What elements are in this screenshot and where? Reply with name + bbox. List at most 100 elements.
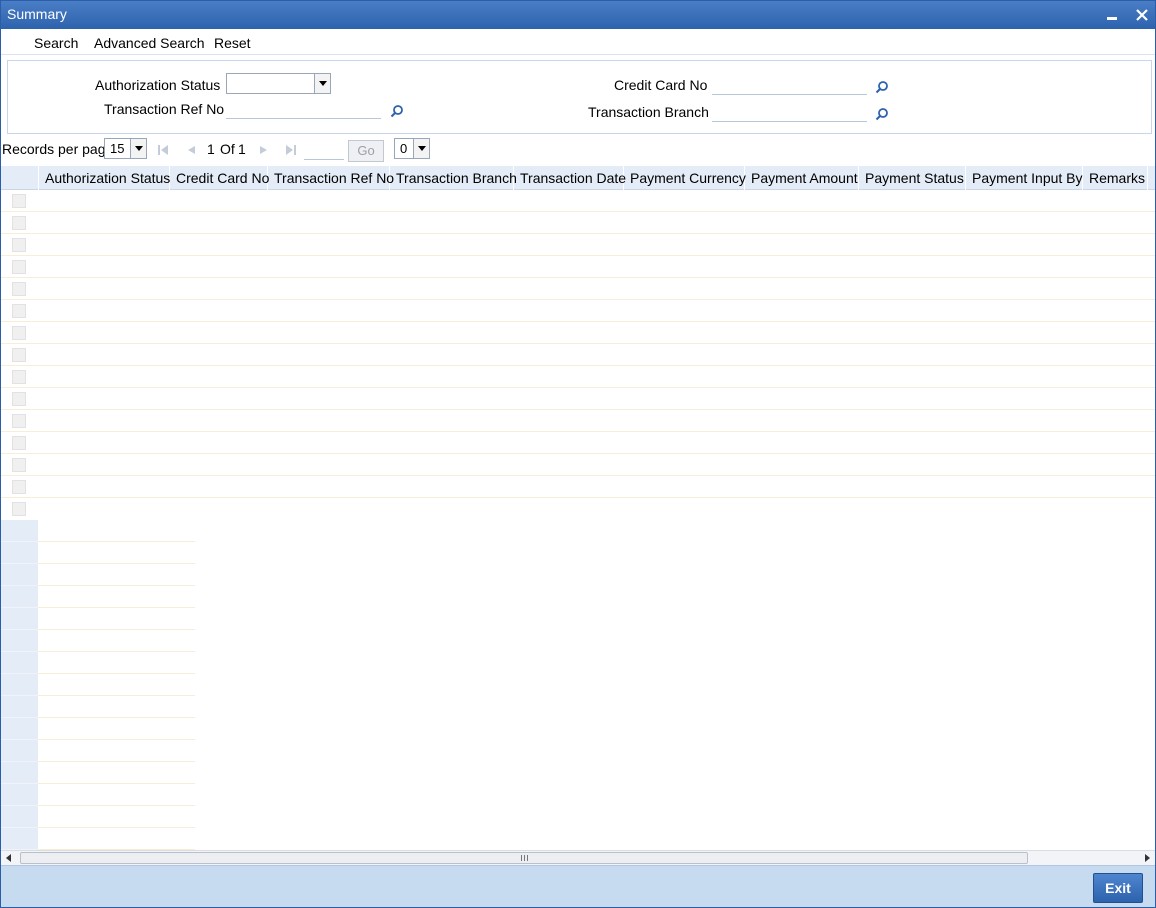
close-button[interactable] bbox=[1131, 4, 1153, 26]
close-icon bbox=[1136, 9, 1148, 21]
records-per-page-value: 15 bbox=[110, 141, 125, 156]
row-checkbox[interactable] bbox=[12, 260, 26, 274]
row-checkbox[interactable] bbox=[12, 348, 26, 362]
previous-page-icon[interactable] bbox=[185, 144, 197, 156]
empty-row bbox=[1, 674, 195, 696]
header-remarks[interactable]: Remarks bbox=[1083, 166, 1148, 190]
table-row[interactable] bbox=[1, 388, 1155, 410]
row-checkbox[interactable] bbox=[12, 326, 26, 340]
records-per-page-select[interactable]: 15 bbox=[104, 138, 147, 159]
go-button[interactable]: Go bbox=[348, 140, 384, 162]
transaction-ref-no-input[interactable] bbox=[226, 99, 381, 119]
next-page-icon[interactable] bbox=[258, 144, 270, 156]
empty-row bbox=[1, 828, 195, 850]
scroll-left-icon[interactable] bbox=[6, 854, 12, 862]
header-payment-amount[interactable]: Payment Amount bbox=[745, 166, 859, 190]
scroll-right-icon[interactable] bbox=[1145, 854, 1151, 862]
lookup-icon[interactable] bbox=[390, 104, 404, 118]
window-title: Summary bbox=[7, 6, 67, 22]
row-checkbox[interactable] bbox=[12, 458, 26, 472]
table-row[interactable] bbox=[1, 476, 1155, 498]
extra-select[interactable]: 0 bbox=[394, 138, 430, 159]
table-row[interactable] bbox=[1, 498, 1155, 520]
table-row[interactable] bbox=[1, 212, 1155, 234]
empty-row bbox=[1, 696, 195, 718]
empty-row bbox=[1, 652, 195, 674]
row-checkbox[interactable] bbox=[12, 194, 26, 208]
header-more bbox=[1148, 166, 1155, 190]
summary-window: Summary Search Advanced Search Reset Aut… bbox=[0, 0, 1156, 908]
header-payment-status[interactable]: Payment Status bbox=[859, 166, 966, 190]
dropdown-arrow-icon bbox=[130, 139, 146, 158]
header-authorization-status[interactable]: Authorization Status bbox=[39, 166, 170, 190]
select-all-header[interactable] bbox=[1, 166, 39, 190]
lookup-icon[interactable] bbox=[875, 80, 889, 94]
credit-card-no-input[interactable] bbox=[712, 75, 867, 95]
header-payment-input-by[interactable]: Payment Input By bbox=[966, 166, 1083, 190]
toolbar: Search Advanced Search Reset bbox=[1, 29, 1155, 55]
row-checkbox[interactable] bbox=[12, 502, 26, 516]
table-row[interactable] bbox=[1, 366, 1155, 388]
search-button[interactable]: Search bbox=[34, 35, 78, 51]
table-row[interactable] bbox=[1, 256, 1155, 278]
footer-bar: Exit bbox=[1, 865, 1155, 907]
dropdown-arrow-icon bbox=[413, 139, 429, 158]
transaction-ref-no-label: Transaction Ref No bbox=[104, 101, 225, 117]
search-criteria-panel: Authorization Status Transaction Ref No … bbox=[7, 60, 1152, 134]
empty-row bbox=[1, 520, 195, 542]
header-credit-card-no[interactable]: Credit Card No bbox=[170, 166, 269, 190]
table-row[interactable] bbox=[1, 190, 1155, 212]
first-page-icon[interactable] bbox=[157, 144, 169, 156]
row-checkbox[interactable] bbox=[12, 304, 26, 318]
row-checkbox[interactable] bbox=[12, 238, 26, 252]
row-checkbox[interactable] bbox=[12, 436, 26, 450]
scrollbar-thumb[interactable] bbox=[20, 852, 1028, 864]
minimize-icon bbox=[1107, 17, 1117, 20]
authorization-status-select[interactable] bbox=[226, 73, 331, 94]
table-row[interactable] bbox=[1, 278, 1155, 300]
empty-row bbox=[1, 564, 195, 586]
header-transaction-date[interactable]: Transaction Date bbox=[514, 166, 626, 190]
empty-row bbox=[1, 608, 195, 630]
go-to-page-input[interactable] bbox=[304, 140, 344, 160]
header-payment-currency[interactable]: Payment Currency bbox=[624, 166, 746, 190]
empty-row bbox=[1, 542, 195, 564]
table-row[interactable] bbox=[1, 322, 1155, 344]
pagination-bar: Records per page 15 1 Of 1 Go 0 bbox=[1, 136, 1155, 164]
records-per-page-label: Records per page bbox=[2, 141, 114, 157]
table-row[interactable] bbox=[1, 234, 1155, 256]
exit-button[interactable]: Exit bbox=[1093, 873, 1143, 903]
advanced-search-button[interactable]: Advanced Search bbox=[94, 35, 205, 51]
row-checkbox[interactable] bbox=[12, 414, 26, 428]
dropdown-arrow-icon bbox=[314, 74, 330, 93]
row-checkbox[interactable] bbox=[12, 480, 26, 494]
row-checkbox[interactable] bbox=[12, 370, 26, 384]
transaction-branch-input[interactable] bbox=[712, 102, 867, 122]
header-transaction-branch[interactable]: Transaction Branch bbox=[390, 166, 517, 190]
row-checkbox[interactable] bbox=[12, 392, 26, 406]
row-checkbox[interactable] bbox=[12, 216, 26, 230]
extra-select-value: 0 bbox=[400, 141, 408, 156]
table-row[interactable] bbox=[1, 410, 1155, 432]
table-row[interactable] bbox=[1, 300, 1155, 322]
empty-row bbox=[1, 718, 195, 740]
empty-row bbox=[1, 740, 195, 762]
credit-card-no-label: Credit Card No bbox=[614, 77, 708, 93]
reset-button[interactable]: Reset bbox=[214, 35, 251, 51]
lookup-icon[interactable] bbox=[875, 107, 889, 121]
empty-row bbox=[1, 762, 195, 784]
horizontal-scrollbar[interactable] bbox=[1, 850, 1155, 865]
minimize-button[interactable] bbox=[1101, 4, 1123, 26]
empty-row bbox=[1, 806, 195, 828]
last-page-icon[interactable] bbox=[285, 144, 297, 156]
row-checkbox[interactable] bbox=[12, 282, 26, 296]
empty-row bbox=[1, 586, 195, 608]
table-row[interactable] bbox=[1, 344, 1155, 366]
page-total: 1 bbox=[238, 141, 246, 157]
page-current: 1 bbox=[207, 141, 215, 157]
table-row[interactable] bbox=[1, 454, 1155, 476]
results-grid: Authorization Status Credit Card No Tran… bbox=[1, 166, 1155, 852]
table-row[interactable] bbox=[1, 432, 1155, 454]
grip-icon bbox=[521, 855, 528, 861]
header-transaction-ref-no[interactable]: Transaction Ref No bbox=[268, 166, 394, 190]
